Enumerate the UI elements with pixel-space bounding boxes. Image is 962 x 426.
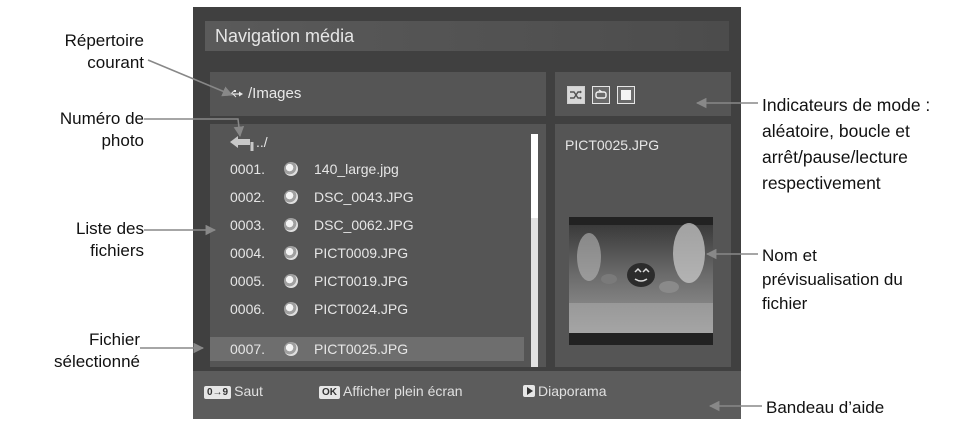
preview-thumbnail — [569, 217, 713, 345]
parent-directory-label: ../ — [256, 134, 268, 150]
title-bar: Navigation média — [205, 21, 729, 51]
photo-number: 0002. — [230, 189, 266, 205]
photo-number: 0005. — [230, 273, 266, 289]
image-file-icon — [284, 274, 298, 288]
file-row[interactable]: 0006. PICT0024.JPG — [210, 297, 522, 321]
annotation-help-bar: Bandeau d’aide — [766, 398, 885, 417]
annotation-mode-indicators: Indicateurs de mode : aléatoire, boucle … — [762, 95, 931, 193]
file-row[interactable]: 0002. DSC_0043.JPG — [210, 185, 522, 209]
image-file-icon — [284, 190, 298, 204]
help-jump: 0→9 Saut — [204, 383, 263, 399]
image-file-icon — [284, 302, 298, 316]
preview-filename: PICT0025.JPG — [565, 137, 660, 153]
file-row[interactable]: 0005. PICT0019.JPG — [210, 269, 522, 293]
usb-icon — [225, 90, 243, 98]
scrollbar-thumb[interactable] — [531, 134, 538, 218]
help-bar: 0→9 Saut OK Afficher plein écran Diaporama — [193, 371, 741, 419]
image-file-icon — [284, 342, 298, 356]
photo-number: 0007. — [230, 341, 266, 357]
image-file-icon — [284, 162, 298, 176]
file-row-selected[interactable]: 0007. PICT0025.JPG — [210, 337, 524, 361]
file-name: PICT0025.JPG — [314, 341, 409, 357]
ok-key-icon: OK — [319, 386, 340, 399]
current-directory-bar: /Images — [210, 72, 546, 116]
file-name: PICT0009.JPG — [314, 245, 409, 261]
photo-number: 0006. — [230, 301, 266, 317]
file-row[interactable]: 0003. DSC_0062.JPG — [210, 213, 522, 237]
file-name: PICT0019.JPG — [314, 273, 409, 289]
mode-indicators — [555, 72, 731, 116]
number-keys-icon: 0→9 — [204, 386, 232, 399]
file-row[interactable]: 0001. 140_large.jpg — [210, 157, 522, 181]
file-list-scrollbar[interactable] — [531, 134, 538, 367]
photo-number: 0001. — [230, 161, 266, 177]
photo-number: 0004. — [230, 245, 266, 261]
annotation-photo-number: Numéro de photo — [59, 109, 144, 150]
help-slideshow: Diaporama — [523, 383, 606, 399]
file-row[interactable]: 0004. PICT0009.JPG — [210, 241, 522, 265]
current-path: /Images — [248, 85, 302, 102]
annotation-file-list: Liste des fichiers — [75, 219, 144, 260]
help-fullscreen: OK Afficher plein écran — [319, 383, 463, 399]
file-name: PICT0024.JPG — [314, 301, 409, 317]
back-arrow-icon — [230, 136, 254, 151]
annotation-current-dir: Répertoire courant — [64, 31, 144, 72]
file-name: 140_large.jpg — [314, 161, 399, 177]
stop-icon — [617, 86, 635, 104]
screen-title: Navigation média — [215, 26, 355, 46]
media-browser-screen: Navigation média /Images ../ 0001. 140_l… — [193, 7, 741, 419]
loop-icon — [592, 86, 610, 104]
photo-number: 0003. — [230, 217, 266, 233]
file-name: DSC_0062.JPG — [314, 217, 414, 233]
parent-directory-row[interactable]: ../ — [210, 130, 522, 154]
annotation-selected-file: Fichier sélectionné — [53, 330, 140, 371]
image-file-icon — [284, 218, 298, 232]
file-list: ../ 0001. 140_large.jpg 0002. DSC_0043.J… — [210, 124, 546, 367]
annotation-name-preview: Nom et prévisualisation du fichier — [762, 246, 903, 313]
file-name: DSC_0043.JPG — [314, 189, 414, 205]
shuffle-icon — [567, 86, 585, 104]
play-key-icon — [523, 385, 535, 397]
image-file-icon — [284, 246, 298, 260]
file-preview-panel: PICT0025.JPG — [555, 124, 731, 367]
